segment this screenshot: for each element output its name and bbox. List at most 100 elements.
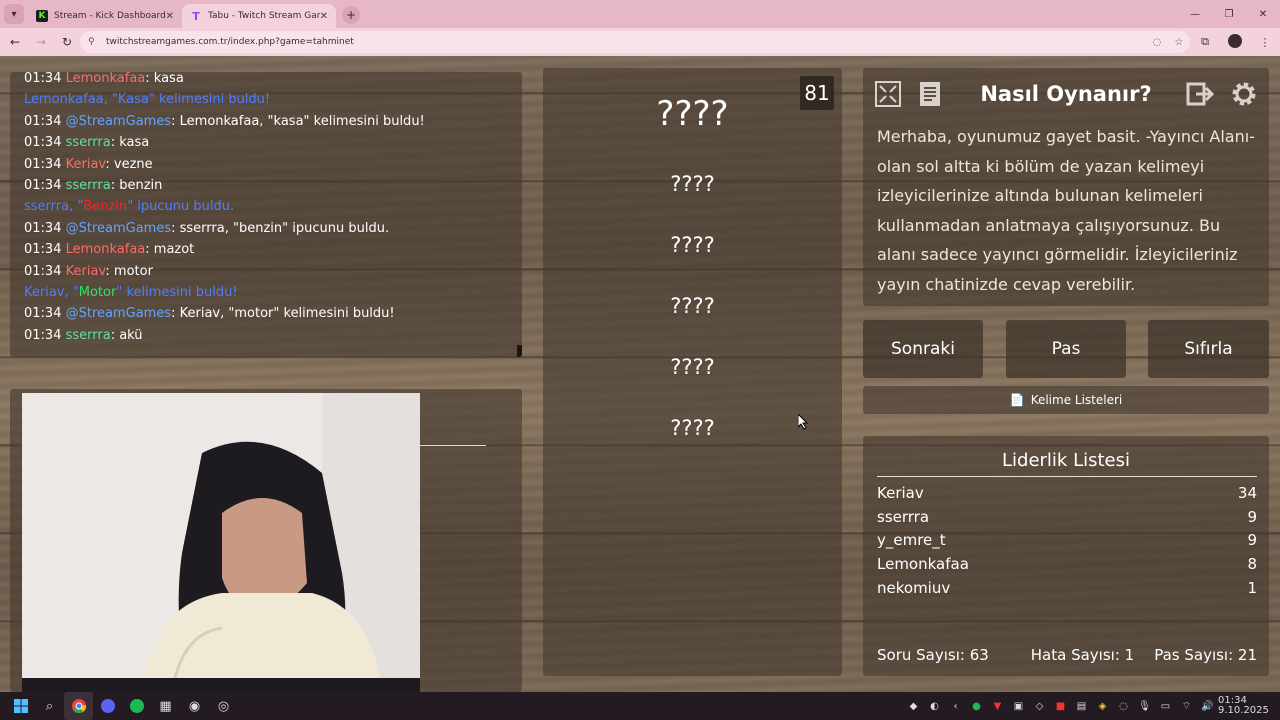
chat-username: Lemonkafaa (65, 242, 146, 258)
chat-message: 01:34 Lemonkafaa: mazot (24, 242, 195, 258)
chat-message: 01:34 Lemonkafaa: kasa (24, 72, 184, 86)
leaderboard-panel: Liderlik Listesi Keriav 34 sserrra 9 y_e… (863, 436, 1269, 676)
search-icon[interactable]: ⌕ (35, 692, 64, 720)
tray-icon[interactable]: ◈ (1092, 701, 1113, 712)
address-bar-row: ← → ↻ ⚲ twitchstreamgames.com.tr/index.p… (0, 28, 1280, 56)
volume-icon[interactable]: 🔊 (1197, 701, 1218, 712)
word-lists-button[interactable]: 📄 Kelime Listeleri (863, 386, 1269, 414)
main-word: ???? (656, 94, 729, 134)
player-score: 9 (1247, 531, 1257, 549)
tab-kick-dashboard[interactable]: K Stream - Kick Dashboard ✕ (28, 4, 182, 28)
game-stats: Soru Sayısı: 63 Hata Sayısı: 1 Pas Sayıs… (877, 646, 1257, 664)
close-window-icon[interactable]: ✕ (1246, 0, 1280, 28)
exit-icon[interactable] (1183, 77, 1217, 111)
forward-icon[interactable]: → (30, 31, 52, 53)
taboo-word: ???? (670, 233, 715, 257)
webcam-person-image (22, 393, 420, 692)
new-tab-button[interactable]: + (342, 6, 360, 24)
discord-icon[interactable] (93, 692, 122, 720)
error-count: Hata Sayısı: 1 (1030, 646, 1135, 664)
chat-system-message: sserrra, "Benzin" ipucunu buldu. (24, 199, 235, 215)
tray-icon[interactable]: ◇ (1029, 701, 1050, 712)
player-score: 34 (1237, 484, 1257, 502)
chat-message: 01:34 sserrra: akü (24, 327, 143, 343)
eye-off-icon[interactable]: ◌ (1146, 37, 1168, 48)
window-controls: — ❐ ✕ (1178, 0, 1280, 28)
words-panel: 81 ???? ???? ???? ???? ???? ???? (543, 68, 842, 676)
chat-message: 01:34 sserrra: benzin (24, 177, 163, 193)
steam-icon[interactable]: ◉ (180, 692, 209, 720)
player-name: Keriav (877, 484, 924, 502)
word-lists-label: Kelime Listeleri (1030, 393, 1123, 407)
close-tab-icon[interactable]: ✕ (166, 11, 174, 22)
leaderboard-row: nekomiuv 1 (877, 579, 1257, 603)
tab-title: Tabu - Twitch Stream Games (208, 11, 320, 21)
microphone-icon[interactable]: 🎙 (1134, 701, 1155, 712)
restore-icon[interactable]: ❐ (1212, 0, 1246, 28)
tab-search-icon[interactable]: ▾ (4, 4, 24, 24)
minimize-icon[interactable]: — (1178, 0, 1212, 28)
obs-icon[interactable]: ◎ (209, 692, 238, 720)
taboo-word: ???? (670, 294, 715, 318)
kick-icon: K (36, 10, 48, 22)
network-icon[interactable]: ▭ (1155, 701, 1176, 712)
tray-icon[interactable]: ▤ (1071, 701, 1092, 712)
file-explorer-icon[interactable]: ▦ (151, 692, 180, 720)
windows-start-icon[interactable] (6, 692, 35, 720)
divider (420, 445, 486, 446)
clock-date: 9.10.2025 (1218, 705, 1269, 716)
site-info-icon[interactable]: ⚲ (88, 37, 100, 47)
tray-icon[interactable]: ■ (1050, 701, 1071, 712)
chat-username: Lemonkafaa (65, 72, 146, 86)
next-button[interactable]: Sonraki (863, 320, 983, 378)
chat-system-message: Lemonkafaa, "Kasa" kelimesini buldu! (24, 92, 271, 108)
spotify-icon[interactable] (122, 692, 151, 720)
reset-button[interactable]: Sıfırla (1148, 320, 1269, 378)
browser-tab-bar: ▾ K Stream - Kick Dashboard ✕ T Tabu - T… (0, 0, 1280, 28)
chat-username: Keriav (65, 156, 106, 172)
menu-kebab-icon[interactable]: ⋮ (1250, 36, 1280, 49)
tray-icon[interactable]: ◐ (924, 701, 945, 712)
question-count: Soru Sayısı: 63 (877, 646, 989, 664)
pass-count: Pas Sayısı: 21 (1154, 646, 1257, 664)
tray-icon[interactable]: ◌ (1113, 701, 1134, 712)
close-tab-icon[interactable]: ✕ (320, 11, 328, 22)
taboo-word: ???? (670, 355, 715, 379)
chat-username: @StreamGames (65, 306, 172, 322)
player-name: y_emre_t (877, 531, 946, 549)
player-name: Lemonkafaa (877, 555, 969, 573)
chat-message: 01:34 Keriav: motor (24, 263, 153, 279)
leaderboard-row: Lemonkafaa 8 (877, 555, 1257, 579)
discord-tray-icon[interactable]: ◆ (903, 701, 924, 712)
player-score: 8 (1247, 555, 1257, 573)
chat-message: 01:34 Keriav: vezne (24, 156, 153, 172)
extensions-icon[interactable]: ⧉ (1190, 35, 1220, 49)
reload-icon[interactable]: ↻ (56, 31, 78, 53)
chat-message: 01:34 sserrra: kasa (24, 135, 150, 151)
wifi-icon[interactable]: ⌔ (1176, 700, 1197, 713)
chat-username: sserrra (65, 177, 111, 193)
chat-username: @StreamGames (65, 113, 172, 129)
spotify-tray-icon[interactable]: ● (966, 701, 987, 712)
chat-scrollbar[interactable] (517, 345, 522, 357)
tray-icon[interactable]: ‹ (945, 701, 966, 712)
taskbar: ⌕ ▦ ◉ ◎ ◆ ◐ ‹ ● ▼ ▣ ◇ ■ ▤ ◈ ◌ 🎙 ▭ ⌔ 🔊 01… (0, 692, 1280, 720)
url-field[interactable]: ⚲ twitchstreamgames.com.tr/index.php?gam… (80, 31, 1190, 53)
leaderboard-row: sserrra 9 (877, 508, 1257, 532)
clock[interactable]: 01:34 9.10.2025 (1218, 696, 1270, 716)
back-icon[interactable]: ← (4, 31, 26, 53)
pass-button[interactable]: Pas (1006, 320, 1126, 378)
taboo-word: ???? (670, 172, 715, 196)
document-icon: 📄 (1009, 393, 1025, 407)
bookmark-star-icon[interactable]: ☆ (1168, 37, 1190, 48)
tray-icon[interactable]: ▼ (987, 701, 1008, 712)
chat-username: sserrra (65, 327, 111, 343)
profile-avatar[interactable] (1220, 33, 1250, 51)
player-score: 1 (1247, 579, 1257, 597)
chrome-icon[interactable] (64, 692, 93, 720)
chat-username: Keriav (65, 263, 106, 279)
tray-icon[interactable]: ▣ (1008, 701, 1029, 712)
settings-gear-icon[interactable] (1227, 77, 1261, 111)
chat-message: 01:34 @StreamGames: Lemonkafaa, "kasa" k… (24, 113, 425, 129)
tab-tabu[interactable]: T Tabu - Twitch Stream Games ✕ (182, 4, 336, 28)
